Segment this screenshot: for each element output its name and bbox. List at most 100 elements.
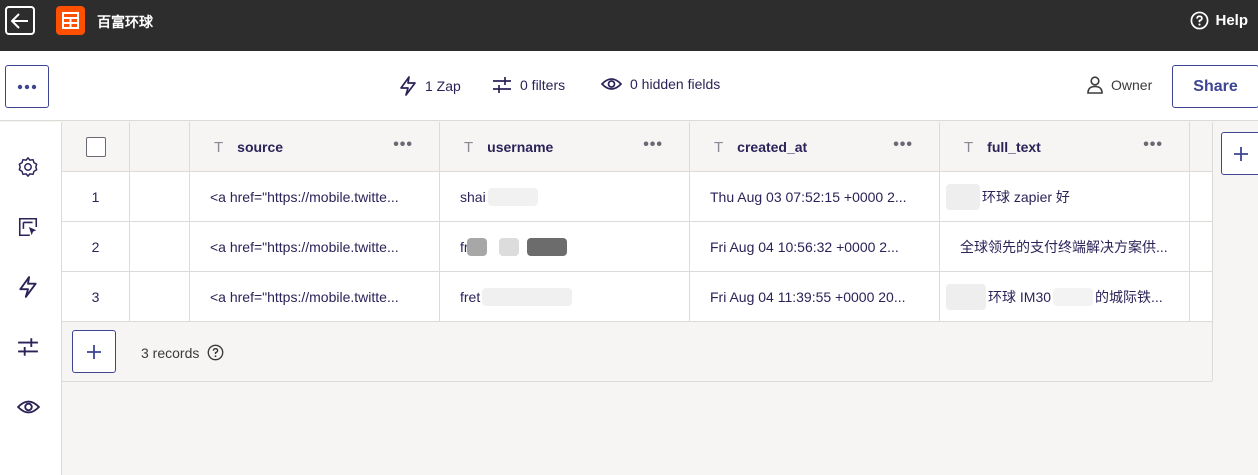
column-name: created_at [737,139,808,155]
help-link[interactable]: Help [1190,11,1248,30]
cell-overflow [1190,222,1212,272]
row-spacer [130,172,190,222]
cell-overflow [1190,272,1212,322]
table-icon [62,12,79,29]
cell-overflow [1190,172,1212,222]
cell-full-text[interactable]: 环球 IM30 的城际铁... [940,272,1190,322]
row-number: 2 [62,222,130,272]
sidebar-settings[interactable] [15,154,41,180]
sidebar-zaps[interactable] [15,274,41,300]
row-spacer [130,272,190,322]
filter-sliders-icon [18,338,38,356]
table-header: T source ••• T username ••• T created_at… [62,122,1212,172]
sidebar-hidden-fields[interactable] [15,394,41,420]
redacted-block [526,238,567,256]
back-arrow-icon [11,12,28,29]
text-type-icon: T [964,138,974,156]
select-all-cell [62,122,130,172]
sidebar-filters[interactable] [15,334,41,360]
cell-created-at[interactable]: Fri Aug 04 10:56:32 +0000 2... [690,222,940,272]
column-name: username [487,139,554,155]
cell-source[interactable]: <a href="https://mobile.twitte... [190,222,440,272]
eye-icon [16,400,40,414]
owner-label: Owner [1111,77,1153,93]
top-bar: 百富环球 Help [0,0,1258,51]
filter-sliders-icon [493,77,511,93]
table-footer: 3 records [62,322,1212,382]
user-icon [1087,76,1103,94]
redacted-block [946,184,980,210]
column-name: source [237,139,284,155]
zaps-label: 1 Zap [425,78,461,94]
redacted-block [482,288,573,306]
cell-source[interactable]: <a href="https://mobile.twitte... [190,172,440,222]
toolbar: 1 Zap 0 filters 0 hidden fields Owner Sh… [0,51,1258,121]
cell-created-at[interactable]: Thu Aug 03 07:52:15 +0000 2... [690,172,940,222]
cell-username[interactable]: fret [440,272,690,322]
eye-icon [601,78,622,90]
table-row[interactable]: 2 <a href="https://mobile.twitte... fr F… [62,222,1212,272]
row-number: 1 [62,172,130,222]
row-spacer [130,222,190,272]
lightning-icon [19,276,37,298]
column-menu-icon[interactable]: ••• [643,136,663,154]
redacted-block [487,188,538,206]
record-count: 3 records [141,344,224,361]
table-row[interactable]: 1 <a href="https://mobile.twitte... shai… [62,172,1212,222]
hidden-fields-button[interactable]: 0 hidden fields [601,76,720,92]
app-logo [56,6,85,35]
zaps-button[interactable]: 1 Zap [399,76,461,96]
record-count-label: 3 records [141,344,200,361]
column-header-overflow [1190,122,1212,172]
owner-indicator[interactable]: Owner [1087,76,1152,94]
column-header-username[interactable]: T username ••• [440,122,690,172]
redacted-block [466,238,487,256]
share-button[interactable]: Share [1172,65,1258,108]
help-circle-icon[interactable] [207,344,224,361]
column-header-created-at[interactable]: T created_at ••• [690,122,940,172]
back-button[interactable] [5,6,35,35]
column-menu-icon[interactable]: ••• [1143,136,1163,154]
cell-username[interactable]: fr [440,222,690,272]
column-menu-icon[interactable]: ••• [393,136,413,154]
cell-full-text[interactable]: 全球领先的支付终端解决方案供... [940,222,1190,272]
gear-icon [18,157,38,177]
redacted-block [1053,288,1094,306]
header-spacer [130,122,190,172]
cell-username[interactable]: shai [440,172,690,222]
add-column-panel [1212,122,1258,381]
help-label: Help [1215,12,1248,29]
column-header-source[interactable]: T source ••• [190,122,440,172]
app-title: 百富环球 [97,14,153,30]
select-all-checkbox[interactable] [85,137,106,157]
help-circle-icon [1191,11,1209,30]
cell-username-text: shai [460,189,486,205]
text-type-icon: T [464,138,474,156]
cell-source[interactable]: <a href="https://mobile.twitte... [190,272,440,322]
plus-icon [1234,146,1248,161]
cell-full-text-part-a: 环球 IM30 [988,289,1052,305]
filters-label: 0 filters [520,77,566,93]
text-type-icon: T [214,138,224,156]
cell-username-text: fret [460,289,481,305]
column-header-full-text[interactable]: T full_text ••• [940,122,1190,172]
cell-full-text-part-b: 的城际铁... [1095,289,1163,305]
redacted-block [946,284,986,310]
more-options-button[interactable] [5,65,49,108]
cell-full-text[interactable]: 环球 zapier 好 [940,172,1190,222]
row-number: 3 [62,272,130,322]
sidebar-views[interactable] [15,214,41,240]
table-row[interactable]: 3 <a href="https://mobile.twitte... fret… [62,272,1212,322]
hidden-fields-label: 0 hidden fields [630,76,721,92]
filters-button[interactable]: 0 filters [492,76,565,94]
left-sidebar [0,122,62,475]
cursor-panel-icon [18,217,38,237]
add-record-button[interactable] [72,330,116,373]
add-field-button[interactable] [1221,132,1258,175]
cell-full-text-text: 环球 zapier 好 [982,189,1070,205]
cell-created-at[interactable]: Fri Aug 04 11:39:55 +0000 20... [690,272,940,322]
text-type-icon: T [714,138,724,156]
redacted-block [498,238,519,256]
more-horizontal-icon [17,84,37,89]
column-menu-icon[interactable]: ••• [893,136,913,154]
